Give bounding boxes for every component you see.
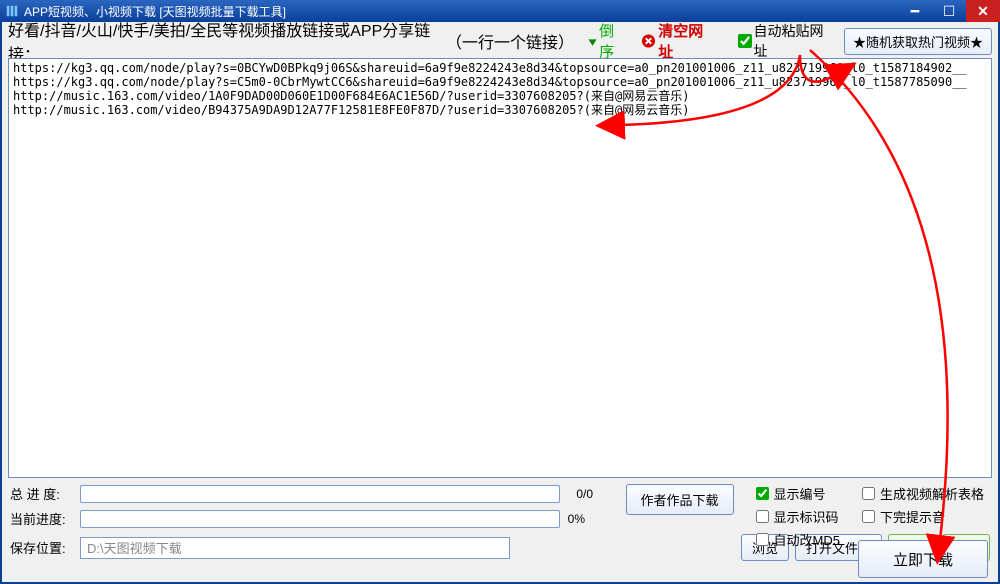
clear-urls-button[interactable]: 清空网址 xyxy=(641,20,714,62)
show-number-check[interactable]: 显示编号 xyxy=(752,484,840,503)
autopaste-check[interactable] xyxy=(738,34,751,48)
down-arrow-icon xyxy=(586,34,599,48)
sort-button[interactable]: 倒序 xyxy=(586,20,627,62)
random-hot-button[interactable]: ★随机获取热门视频★ xyxy=(844,28,992,55)
window-maximize[interactable]: ☐ xyxy=(932,0,966,22)
autopaste-checkbox[interactable]: 自动粘贴网址 xyxy=(734,21,832,61)
save-path-input[interactable] xyxy=(80,537,510,559)
current-progress-bar: 0% xyxy=(80,510,560,528)
total-progress-bar: 0/0 xyxy=(80,485,560,503)
current-progress-pct: 0% xyxy=(568,512,585,526)
download-now-button[interactable]: 立即下载 xyxy=(858,540,988,578)
save-path-label: 保存位置: xyxy=(10,538,80,557)
sort-label: 倒序 xyxy=(599,20,627,62)
total-progress-ratio: 0/0 xyxy=(576,487,593,501)
links-hint: （一行一个链接） xyxy=(446,29,566,53)
done-beep-check[interactable]: 下完提示音 xyxy=(858,507,988,526)
url-textarea[interactable]: https://kg3.qq.com/node/play?s=0BCYwD0BP… xyxy=(8,58,992,478)
total-progress-label: 总 进 度: xyxy=(10,484,80,503)
author-download-button[interactable]: 作者作品下载 xyxy=(626,484,734,515)
gen-table-check[interactable]: 生成视频解析表格 xyxy=(858,484,988,503)
close-circle-icon xyxy=(641,33,656,49)
window-close[interactable]: ✕ xyxy=(966,0,1000,22)
autopaste-label: 自动粘贴网址 xyxy=(754,21,832,61)
auto-md5-check[interactable]: 自动改MD5 xyxy=(752,530,840,549)
top-toolbar: 好看/抖音/火山/快手/美拍/全民等视频播放链接或APP分享链接： （一行一个链… xyxy=(4,24,996,58)
show-id-check[interactable]: 显示标识码 xyxy=(752,507,840,526)
bottom-panel: 总 进 度: 0/0 当前进度: 0% 保存位置: 浏览 打开文件夹 生成 挑选… xyxy=(4,482,996,565)
window-minimize[interactable]: ━ xyxy=(898,0,932,22)
current-progress-label: 当前进度: xyxy=(10,509,80,528)
clear-urls-label: 清空网址 xyxy=(658,20,714,62)
